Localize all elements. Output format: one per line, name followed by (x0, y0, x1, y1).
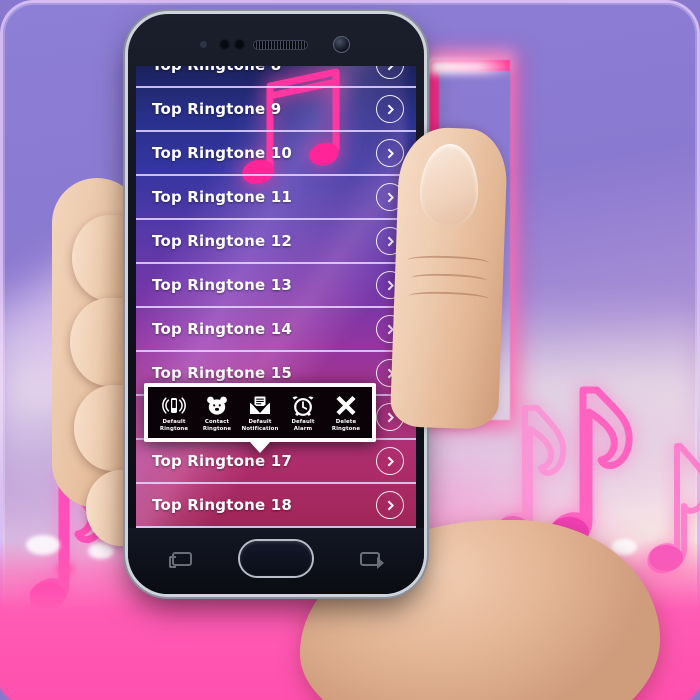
list-item-label: Top Ringtone 8 (152, 66, 281, 74)
popup-panel: Default Ringtone Contact Ringtone Defaul… (144, 383, 376, 443)
chevron-right-icon[interactable] (376, 183, 404, 211)
chevron-right-icon[interactable] (376, 139, 404, 167)
back-key-icon[interactable] (360, 552, 384, 569)
popup-item-default-notification[interactable]: Default Notification (239, 394, 281, 432)
phone-screen: Top Ringtone 8 Top Ringtone 9 Top Ringto… (136, 66, 416, 528)
light-sensor-icon (219, 39, 230, 50)
popup-caret-icon (249, 441, 271, 454)
ringtone-app: Top Ringtone 8 Top Ringtone 9 Top Ringto… (136, 66, 416, 528)
chevron-right-icon[interactable] (376, 359, 404, 387)
chevron-right-icon[interactable] (376, 403, 404, 431)
chevron-right-icon[interactable] (376, 315, 404, 343)
popup-item-label: Default Alarm (291, 419, 315, 432)
chevron-right-icon[interactable] (376, 227, 404, 255)
popup-item-label: Delete Ringtone (331, 419, 361, 432)
list-item-label: Top Ringtone 14 (152, 320, 293, 338)
list-item[interactable]: Top Ringtone 12 (136, 218, 416, 262)
alarm-clock-icon (291, 394, 315, 416)
front-camera-icon (333, 36, 350, 53)
list-item[interactable]: Top Ringtone 18 (136, 482, 416, 526)
chevron-right-icon[interactable] (376, 447, 404, 475)
list-item[interactable]: Top Ringtone 9 (136, 86, 416, 130)
popup-item-label: Default Notification (241, 419, 279, 432)
screenshot-stage: Top Ringtone 8 Top Ringtone 9 Top Ringto… (0, 0, 700, 700)
contact-bear-icon (205, 394, 229, 416)
list-item[interactable]: Top Ringtone 10 (136, 130, 416, 174)
list-item-label: Top Ringtone 13 (152, 276, 293, 294)
proximity-sensor-icon (200, 41, 207, 48)
chevron-right-icon[interactable] (376, 271, 404, 299)
list-item-label: Top Ringtone 17 (152, 452, 293, 470)
popup-item-label: Contact Ringtone (202, 419, 232, 432)
list-item-label: Top Ringtone 10 (152, 144, 293, 162)
cross-delete-icon (334, 394, 358, 416)
phone-device: Top Ringtone 8 Top Ringtone 9 Top Ringto… (128, 14, 424, 594)
chevron-right-icon[interactable] (376, 491, 404, 519)
list-item-label: Top Ringtone 18 (152, 496, 293, 514)
popup-item-default-alarm[interactable]: Default Alarm (282, 394, 324, 432)
iris-sensor-icon (234, 39, 245, 50)
phone-top-bezel (128, 14, 424, 66)
list-item[interactable]: Top Ringtone 13 (136, 262, 416, 306)
popup-item-label: Default Ringtone (159, 419, 189, 432)
popup-item-contact-ringtone[interactable]: Contact Ringtone (196, 394, 238, 432)
phone-ringing-icon (162, 394, 186, 416)
envelope-message-icon (248, 394, 272, 416)
phone-bottom-bezel (128, 528, 424, 594)
popup-item-delete-ringtone[interactable]: Delete Ringtone (325, 394, 367, 432)
list-item[interactable]: Top Ringtone 14 (136, 306, 416, 350)
chevron-right-icon[interactable] (376, 66, 404, 79)
list-item-label: Top Ringtone 15 (152, 364, 293, 382)
chevron-right-icon[interactable] (376, 95, 404, 123)
ringtone-list: Top Ringtone 8 Top Ringtone 9 Top Ringto… (136, 66, 416, 528)
home-button-icon[interactable] (240, 541, 312, 576)
neon-frame-decoration (430, 60, 510, 420)
list-item-label: Top Ringtone 12 (152, 232, 293, 250)
popup-item-default-ringtone[interactable]: Default Ringtone (153, 394, 195, 432)
recents-key-icon[interactable] (169, 552, 192, 568)
list-item[interactable]: Top Ringtone 8 (136, 66, 416, 86)
list-item[interactable]: Top Ringtone 11 (136, 174, 416, 218)
list-item-label: Top Ringtone 11 (152, 188, 293, 206)
earpiece-speaker-icon (253, 40, 308, 50)
ringtone-action-popup: Default Ringtone Contact Ringtone Defaul… (144, 383, 376, 454)
popup-items-row: Default Ringtone Contact Ringtone Defaul… (148, 387, 372, 439)
list-item-label: Top Ringtone 9 (152, 100, 282, 118)
list-item[interactable]: Top Ringtone 17 (136, 438, 416, 482)
